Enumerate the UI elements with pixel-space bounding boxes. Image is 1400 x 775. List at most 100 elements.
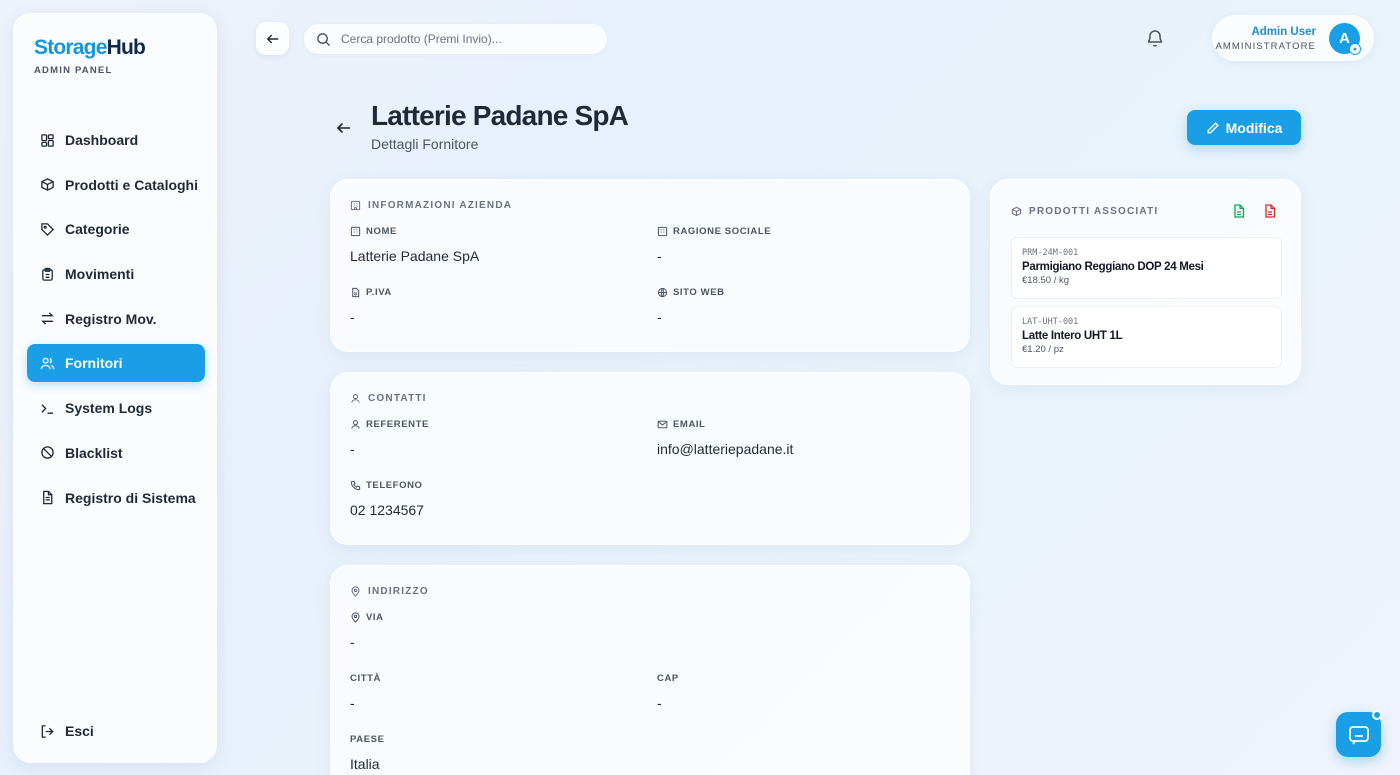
logout-label: Esci — [65, 723, 94, 739]
product-code: PRM-24M-001 — [1022, 248, 1079, 258]
website-label: SITO WEB — [657, 287, 725, 298]
zip-value: - — [657, 695, 662, 711]
arrow-left-icon — [266, 34, 278, 43]
sidebar-item-dashboard[interactable]: Dashboard — [27, 121, 205, 159]
logout-icon — [41, 724, 54, 738]
street-value: - — [350, 634, 355, 650]
city-label: CITTÀ — [350, 673, 381, 684]
product-code: LAT-UHT-001 — [1022, 317, 1079, 327]
building-icon — [350, 200, 361, 211]
country-value: Italia — [350, 756, 380, 772]
street-label: VIA — [350, 612, 384, 623]
user-menu[interactable]: Admin User AMMINISTRATORE A ● — [1212, 15, 1374, 61]
avatar-status-icon: ● — [1349, 43, 1361, 55]
sidebar-item-label: Registro Mov. — [65, 310, 157, 327]
name-value: Latterie Padane SpA — [350, 248, 480, 264]
export-excel-icon[interactable] — [1231, 203, 1247, 219]
sidebar-item-label: System Logs — [65, 400, 153, 417]
product-item[interactable]: LAT-UHT-001 Latte Intero UHT 1L €1.20 / … — [1011, 306, 1282, 368]
mail-icon — [657, 420, 668, 429]
company-info-heading: INFORMAZIONI AZIENDA — [350, 200, 512, 211]
user-icon — [351, 420, 360, 429]
search-input[interactable] — [341, 32, 591, 46]
map-pin-icon — [351, 586, 360, 597]
sidebar-item-label: Prodotti e Cataloghi — [65, 176, 198, 193]
vat-value: - — [350, 309, 355, 325]
globe-icon — [657, 287, 668, 298]
brand-subtitle: ADMIN PANEL — [34, 65, 113, 76]
legal-name-label: RAGIONE SOCIALE — [657, 226, 771, 237]
sidebar-nav: Dashboard Prodotti e Cataloghi Categorie… — [27, 121, 205, 523]
sidebar-item-system-registry[interactable]: Registro di Sistema — [27, 479, 205, 517]
phone-value[interactable]: 02 1234567 — [350, 502, 424, 518]
email-label: EMAIL — [657, 419, 706, 430]
phone-label: TELEFONO — [350, 480, 423, 491]
building-icon — [350, 226, 361, 237]
page-back-arrow-icon[interactable] — [336, 120, 352, 136]
bell-icon[interactable] — [1145, 28, 1165, 48]
brand-name: StorageHub — [34, 36, 146, 59]
user-role: AMMINISTRATORE — [1215, 41, 1316, 52]
edit-button-label: Modifica — [1225, 119, 1283, 136]
vat-label: P.IVA — [350, 287, 392, 298]
chat-icon — [1348, 725, 1369, 744]
user-name: Admin User — [1251, 26, 1316, 38]
search-icon — [317, 32, 331, 46]
company-info-card: INFORMAZIONI AZIENDA NOME Latterie Padan… — [330, 179, 970, 352]
pencil-icon — [1207, 121, 1219, 134]
address-heading: INDIRIZZO — [350, 586, 429, 597]
dashboard-icon — [41, 133, 54, 147]
sidebar-item-movement-log[interactable]: Registro Mov. — [27, 300, 205, 338]
building-icon — [657, 226, 668, 237]
sidebar-item-products[interactable]: Prodotti e Cataloghi — [27, 166, 205, 204]
sidebar-item-label: Registro di Sistema — [65, 489, 196, 506]
package-icon — [1011, 206, 1022, 217]
contacts-card: CONTATTI REFERENTE - EMAIL info@latterie… — [330, 372, 970, 545]
edit-button[interactable]: Modifica — [1187, 110, 1301, 145]
products-heading: PRODOTTI ASSOCIATI — [1011, 206, 1158, 217]
contacts-heading: CONTATTI — [350, 393, 427, 404]
sidebar-item-label: Blacklist — [65, 444, 123, 461]
sidebar-item-system-logs[interactable]: System Logs — [27, 389, 205, 427]
tag-icon — [41, 223, 55, 236]
brand-logo[interactable]: StorageHub ADMIN PANEL — [34, 36, 146, 76]
zip-label: CAP — [657, 673, 679, 684]
product-name: Parmigiano Reggiano DOP 24 Mesi — [1022, 261, 1204, 273]
document-icon — [352, 287, 360, 298]
referent-value: - — [350, 441, 355, 457]
associated-products-card: PRODOTTI ASSOCIATI PRM-24M-001 Parmigian… — [990, 179, 1301, 385]
sidebar-item-blacklist[interactable]: Blacklist — [27, 434, 205, 472]
logout-button[interactable]: Esci — [27, 712, 205, 750]
package-icon — [41, 178, 54, 192]
website-value: - — [657, 309, 662, 325]
product-price: €18.50 / kg — [1022, 275, 1070, 286]
name-label: NOME — [350, 226, 397, 237]
export-pdf-icon[interactable] — [1262, 203, 1278, 219]
address-card: INDIRIZZO VIA - CITTÀ - CAP - PAESE Ital… — [330, 565, 970, 775]
logout-area: Esci — [27, 712, 205, 757]
product-item[interactable]: PRM-24M-001 Parmigiano Reggiano DOP 24 M… — [1011, 237, 1282, 299]
file-text-icon — [43, 490, 53, 505]
product-price: €1.20 / pz — [1022, 344, 1064, 355]
users-icon — [40, 357, 55, 370]
product-name: Latte Intero UHT 1L — [1022, 330, 1123, 342]
sidebar-item-movements[interactable]: Movimenti — [27, 255, 205, 293]
search-bar — [304, 24, 607, 54]
referent-label: REFERENTE — [350, 419, 429, 430]
chat-notification-dot — [1372, 710, 1382, 720]
back-button[interactable] — [256, 22, 289, 55]
terminal-icon — [41, 403, 54, 414]
city-value: - — [350, 695, 355, 711]
sidebar-item-label: Movimenti — [65, 266, 135, 283]
email-value[interactable]: info@latteriepadane.it — [657, 441, 793, 457]
map-pin-icon — [351, 612, 360, 623]
sidebar-item-categories[interactable]: Categorie — [27, 210, 205, 248]
sidebar-item-label: Dashboard — [65, 132, 139, 148]
user-icon — [351, 394, 360, 403]
phone-icon — [350, 480, 361, 491]
sidebar: StorageHub ADMIN PANEL Dashboard Prodott… — [13, 13, 217, 763]
page-title: Latterie Padane SpA — [371, 100, 629, 131]
country-label: PAESE — [350, 734, 385, 745]
sidebar-item-suppliers[interactable]: Fornitori — [27, 344, 205, 383]
legal-name-value: - — [657, 248, 662, 264]
